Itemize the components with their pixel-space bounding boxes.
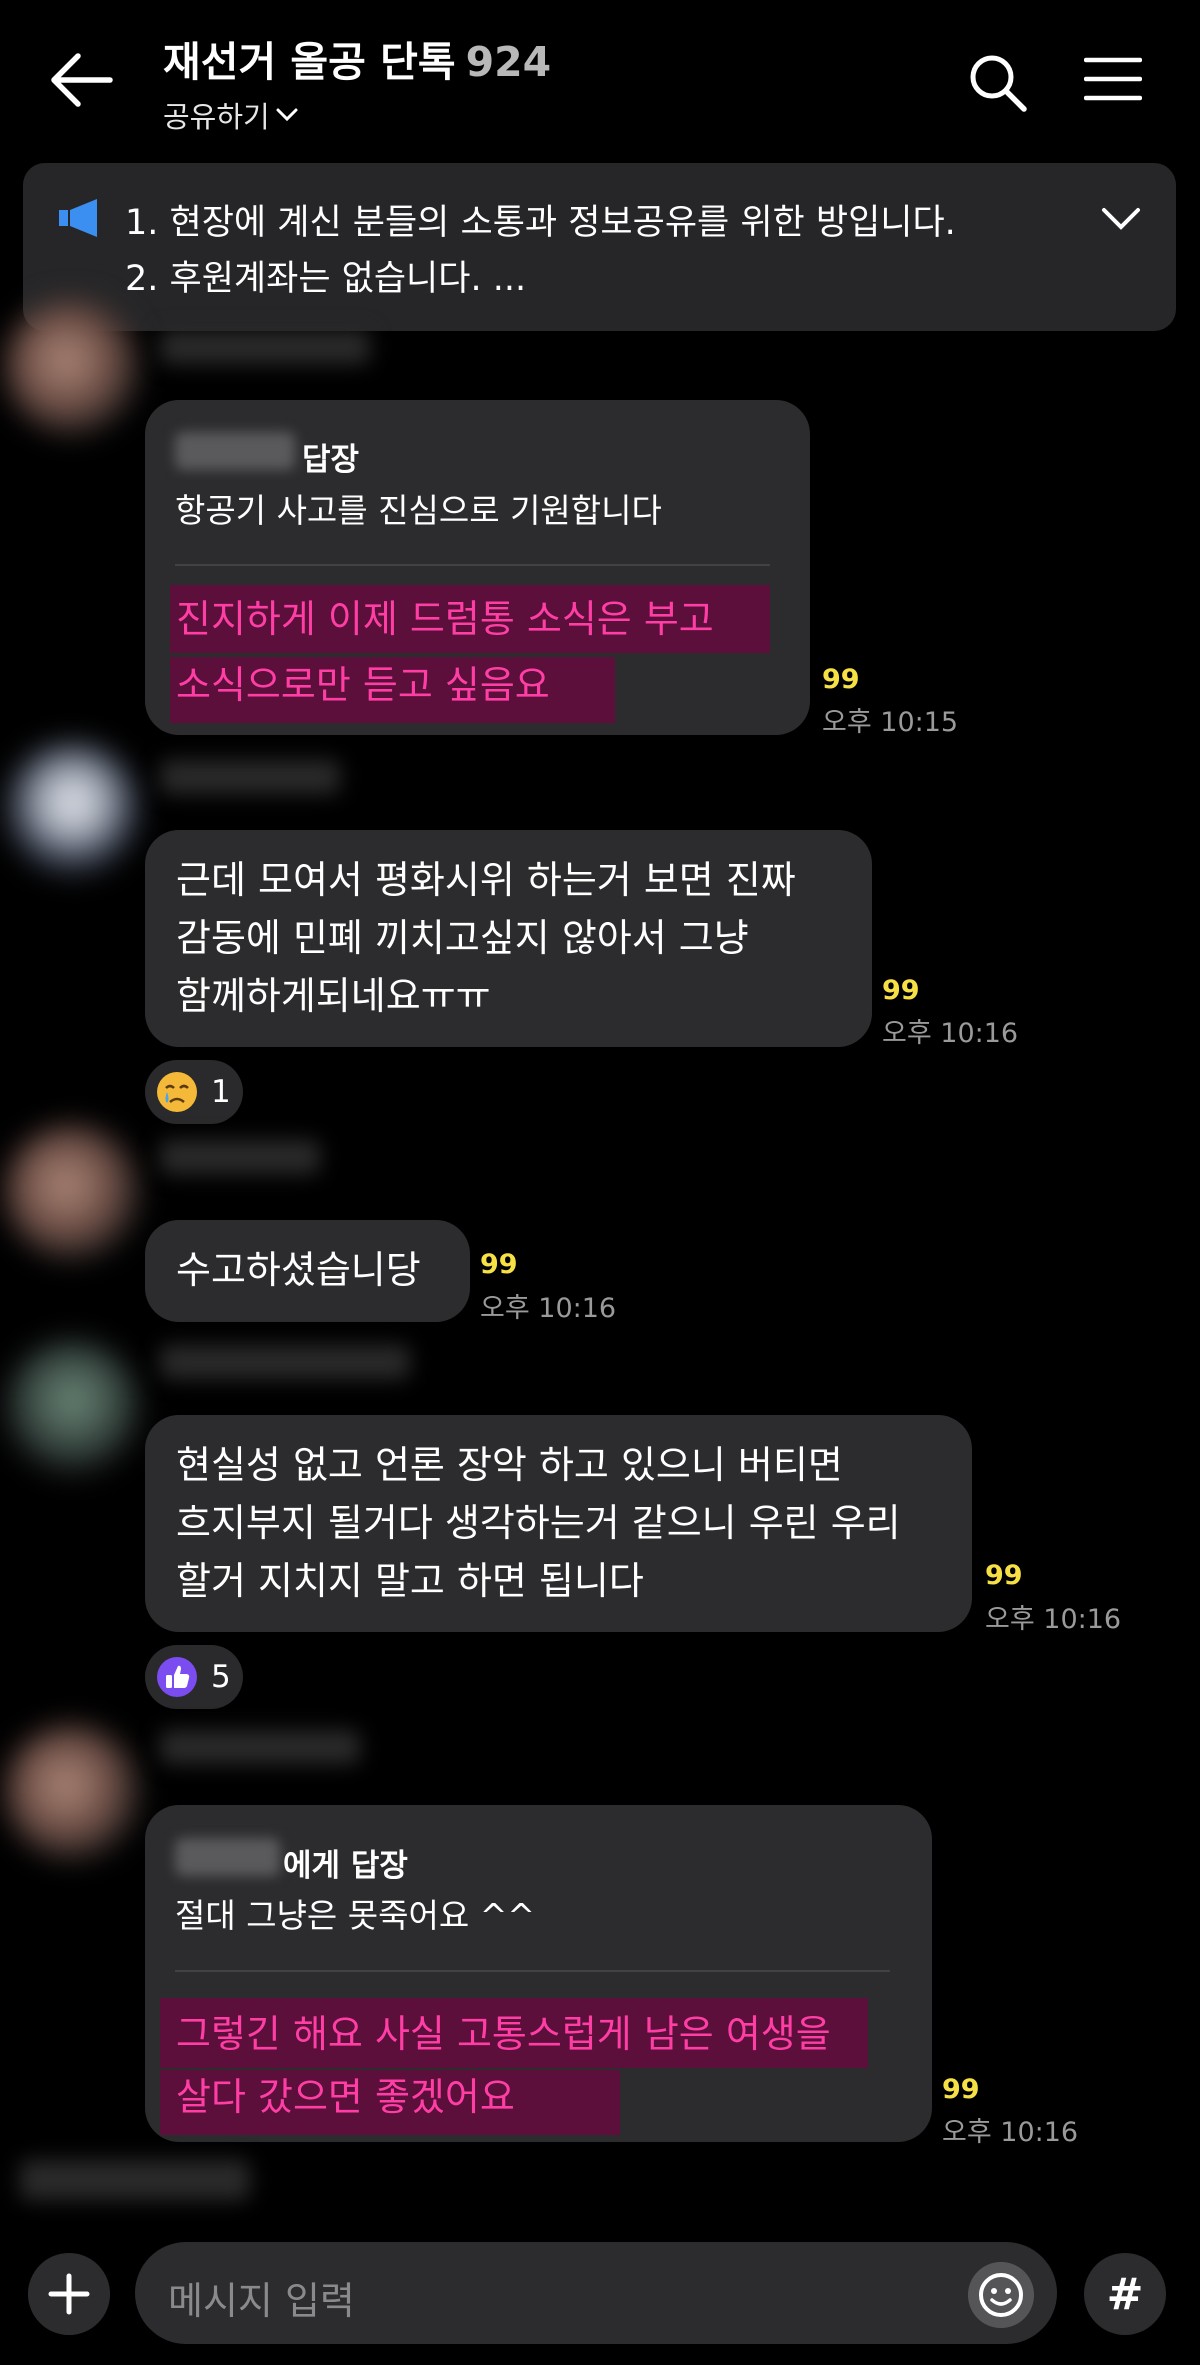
message-time: 오후 10:16 xyxy=(985,1604,1122,1635)
unread-count: 99 xyxy=(882,975,920,1006)
notice-line-1: 1. 현장에 계신 분들의 소통과 정보공유를 위한 방입니다. xyxy=(125,203,956,243)
share-label: 공유하기 xyxy=(163,100,270,134)
hashtag-icon: # xyxy=(1106,2268,1144,2320)
avatar[interactable] xyxy=(5,1725,140,1860)
unread-count: 99 xyxy=(822,664,860,695)
reply-sender-name xyxy=(175,1838,280,1876)
sender-name xyxy=(160,760,340,794)
message-time: 오후 10:16 xyxy=(882,1018,1019,1049)
message-line: 근데 모여서 평화시위 하는거 보면 진짜 xyxy=(176,858,796,902)
search-icon[interactable] xyxy=(967,52,1029,114)
chat-room-title: 재선거 올공 단톡 924 xyxy=(163,28,551,88)
message-time: 오후 10:16 xyxy=(480,1293,617,1324)
message-input-placeholder: 메시지 입력 xyxy=(168,2279,355,2323)
unread-count: 99 xyxy=(480,1249,518,1280)
sender-name xyxy=(160,330,370,364)
hashtag-button[interactable]: # xyxy=(1084,2253,1166,2335)
room-name: 재선거 올공 단톡 xyxy=(163,38,456,86)
message-line: 수고하셨습니당 xyxy=(176,1248,421,1292)
chevron-down-icon xyxy=(276,108,298,122)
reply-sender-name xyxy=(175,432,295,470)
unread-count: 99 xyxy=(985,1560,1023,1591)
avatar[interactable] xyxy=(5,1125,140,1260)
unread-count: 99 xyxy=(942,2074,980,2105)
message-time: 오후 10:15 xyxy=(822,707,959,738)
avatar[interactable] xyxy=(5,1340,140,1475)
plus-icon[interactable] xyxy=(28,2253,110,2335)
reply-label: 에게 답장 xyxy=(283,1848,408,1884)
reply-quote: 절대 그냥은 못죽어요 ^^ xyxy=(175,1896,536,1935)
message-line: 그렇긴 해요 사실 고통스럽게 남은 여생을 xyxy=(176,2012,831,2056)
reaction-chip[interactable]: 5 xyxy=(145,1645,243,1709)
message-line: 감동에 민폐 끼치고싶지 않아서 그냥 xyxy=(176,916,749,960)
megaphone-icon xyxy=(59,199,97,237)
thumbs-up-icon xyxy=(157,1657,197,1697)
message-line: 할거 지치지 말고 하면 됩니다 xyxy=(176,1559,644,1603)
reply-divider xyxy=(175,564,770,566)
message-time: 오후 10:16 xyxy=(942,2117,1079,2148)
reaction-chip[interactable]: 1 xyxy=(145,1060,243,1124)
emoji-icon[interactable] xyxy=(968,2262,1034,2328)
expand-chevron-icon[interactable] xyxy=(1101,206,1141,232)
reply-divider xyxy=(175,1970,890,1972)
message-line: 현실성 없고 언론 장악 하고 있으니 버티면 xyxy=(176,1443,843,1487)
notice-line-2: 2. 후원계좌는 없습니다. ... xyxy=(125,259,527,299)
message-line: 흐지부지 될거다 생각하는거 같으니 우린 우리 xyxy=(176,1501,901,1545)
message-line: 함께하게되네요ㅠㅠ xyxy=(176,974,491,1018)
message-line: 소식으로만 듣고 싶음요 xyxy=(176,663,550,707)
member-count: 924 xyxy=(465,38,552,86)
menu-icon[interactable] xyxy=(1084,56,1142,102)
sender-name xyxy=(160,1730,360,1764)
share-button[interactable]: 공유하기 xyxy=(163,94,298,136)
sender-name xyxy=(20,2160,250,2200)
message-line: 진지하게 이제 드럼통 소식은 부고 xyxy=(176,597,714,641)
sender-name xyxy=(160,1140,320,1174)
reaction-count: 5 xyxy=(211,1659,231,1695)
reply-quote: 항공기 사고를 진심으로 기원합니다 xyxy=(175,491,662,530)
back-arrow-icon[interactable] xyxy=(48,52,114,108)
reply-label: 답장 xyxy=(302,442,360,478)
message-line: 살다 갔으면 좋겠어요 xyxy=(176,2075,515,2119)
avatar[interactable] xyxy=(5,300,140,435)
notice-banner[interactable] xyxy=(23,163,1176,331)
avatar[interactable] xyxy=(5,742,140,877)
reaction-count: 1 xyxy=(211,1074,231,1110)
sender-name xyxy=(160,1345,410,1379)
crying-face-icon xyxy=(157,1072,197,1112)
